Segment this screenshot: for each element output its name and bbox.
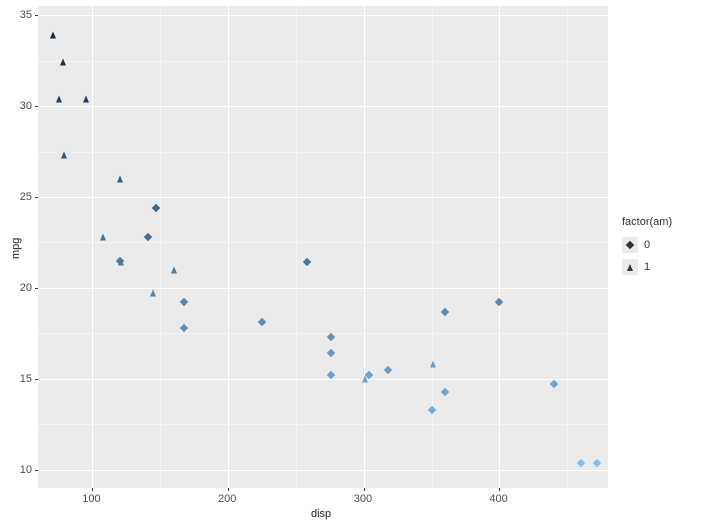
data-point [441,307,449,315]
data-point [258,318,266,326]
data-point [60,59,66,66]
data-point [150,290,156,297]
data-point [180,298,188,306]
y-tick-label: 15 [20,373,32,385]
legend-label: 1 [644,261,650,273]
data-point [495,298,503,306]
data-point [171,266,177,273]
legend-label: 0 [644,239,650,251]
y-tick-label: 25 [20,191,32,203]
data-point [50,32,56,39]
legend-title: factor(am) [622,216,672,228]
data-point [180,324,188,332]
legend-key-triangle [622,259,638,275]
data-point [384,366,392,374]
y-tick-label: 20 [20,282,32,294]
data-point [427,406,435,414]
legend-item-1: 1 [622,258,672,276]
data-point [61,152,67,159]
legend: factor(am) 0 1 [622,216,672,280]
legend-key-diamond [622,237,638,253]
triangle-icon [627,264,633,271]
scatter-chart: mpg disp factor(am) 0 1 1002003004001015… [0,0,725,527]
data-point [549,380,557,388]
data-point [117,175,123,182]
y-tick-label: 30 [20,100,32,112]
data-point [430,361,436,368]
x-tick-label: 300 [354,493,372,505]
x-tick-label: 100 [82,493,100,505]
data-point [118,259,124,266]
data-point [100,233,106,240]
x-tick-label: 400 [489,493,507,505]
y-tick-label: 10 [20,464,32,476]
data-point [83,95,89,102]
data-point [302,258,310,266]
data-point [327,333,335,341]
y-axis-title: mpg [10,238,22,259]
data-point [151,204,159,212]
data-point [593,458,601,466]
data-point [327,349,335,357]
data-point [56,95,62,102]
y-tick-label: 35 [20,9,32,21]
plot-panel [38,6,608,488]
x-axis-title: disp [311,508,331,520]
diamond-icon [626,241,634,249]
x-tick-label: 200 [218,493,236,505]
legend-item-0: 0 [622,236,672,254]
data-point [577,458,585,466]
data-point [143,233,151,241]
data-point [441,387,449,395]
